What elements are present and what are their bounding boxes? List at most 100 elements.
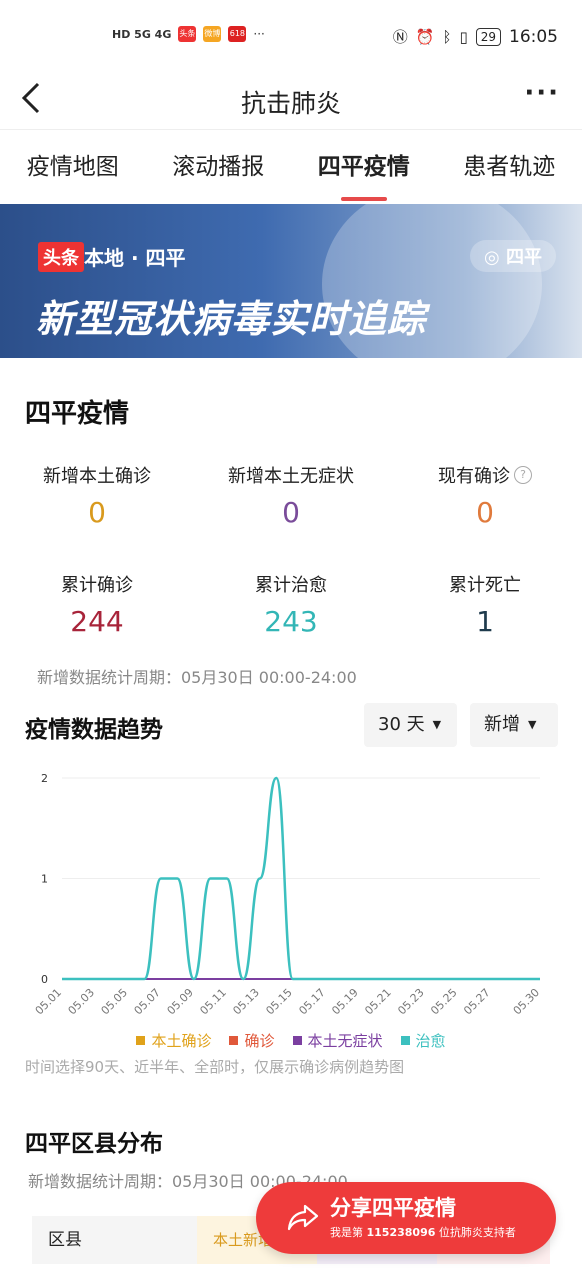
x-tick-label: 05.30 — [511, 986, 542, 1017]
tab-rolling-news[interactable]: 滚动播报 — [146, 131, 292, 203]
x-tick-label: 05.01 — [33, 986, 64, 1017]
legend-swatch — [229, 1036, 239, 1045]
legend-item[interactable]: 本土确诊 — [136, 1030, 211, 1051]
stat-label: 现有确诊 — [438, 466, 510, 487]
banner-headline: 新型冠状病毒实时追踪 — [36, 297, 427, 341]
overview-title: 四平疫情 — [25, 399, 130, 429]
legend-label: 本土确诊 — [151, 1032, 212, 1050]
share-button[interactable]: 分享四平疫情 我是第 115238096 位抗肺炎支持者 — [256, 1182, 556, 1254]
stat-value: 1 — [476, 605, 494, 638]
title-bar: 抗击肺炎 ··· — [0, 72, 582, 130]
alarm-icon: ⏰ — [415, 27, 435, 46]
vibrate-icon: ▯ — [459, 27, 468, 46]
stat-total-confirmed: 累计确诊 244 — [0, 571, 194, 638]
tab-patient-tracks[interactable]: 患者轨迹 — [437, 131, 582, 203]
range-select-value: 30 天 — [378, 714, 425, 735]
location-button[interactable]: ◎ 四平 — [470, 240, 556, 272]
trend-title: 疫情数据趋势 — [25, 717, 163, 743]
stat-label: 新增本土确诊 — [43, 466, 151, 487]
share-arrow-icon — [287, 1204, 319, 1231]
x-tick-label: 05.25 — [428, 986, 459, 1017]
bluetooth-icon: ᛒ — [442, 27, 452, 46]
stat-value: 0 — [282, 496, 300, 529]
range-select[interactable]: 30 天 ▼ — [364, 703, 457, 747]
legend-item[interactable]: 确诊 — [229, 1030, 275, 1051]
x-tick-label: 05.11 — [197, 986, 228, 1017]
tab-epidemic-map[interactable]: 疫情地图 — [0, 131, 146, 203]
x-tick-label: 05.19 — [329, 986, 360, 1017]
sale-notif-icon: 618 — [228, 26, 247, 42]
x-tick-label: 05.07 — [132, 986, 163, 1017]
nfc-icon: Ⓝ — [392, 28, 408, 46]
more-dots-icon: ··· — [524, 78, 560, 108]
type-select[interactable]: 新增 ▼ — [470, 703, 558, 747]
tab-bar: 疫情地图 滚动播报 四平疫情 患者轨迹 — [0, 131, 582, 203]
supporter-number: 115238096 — [366, 1226, 436, 1239]
status-bar: HD 5G 4G 头条 微博 618 ··· Ⓝ ⏰ ᛒ ▯ 29 16:05 — [0, 0, 582, 72]
stat-label: 累计治愈 — [255, 575, 327, 596]
stats-row-new: 新增本土确诊 0 新增本土无症状 0 现有确诊 ? 0 — [0, 462, 582, 529]
legend-swatch — [136, 1036, 146, 1045]
stat-value: 0 — [476, 496, 494, 529]
y-tick-label: 1 — [41, 873, 48, 886]
stat-new-local-asymptomatic: 新增本土无症状 0 — [194, 462, 388, 529]
x-tick-label: 05.21 — [362, 986, 393, 1017]
legend-item[interactable]: 治愈 — [400, 1030, 446, 1051]
share-prefix: 我是第 — [330, 1226, 363, 1239]
status-right: Ⓝ ⏰ ᛒ ▯ 29 16:05 — [393, 26, 558, 47]
share-suffix: 位抗肺炎支持者 — [438, 1226, 516, 1239]
stat-new-local-confirmed: 新增本土确诊 0 — [0, 462, 194, 529]
caret-down-icon: ▼ — [432, 718, 442, 731]
caret-down-icon: ▼ — [528, 718, 537, 731]
stat-label: 累计确诊 — [61, 575, 133, 596]
stat-label: 新增本土无症状 — [228, 466, 354, 487]
stat-value: 244 — [70, 605, 124, 638]
stat-value: 243 — [264, 605, 318, 638]
tab-siping-epidemic[interactable]: 四平疫情 — [291, 131, 437, 203]
more-notif-icon: ··· — [253, 27, 265, 41]
location-pin-icon: ◎ — [484, 247, 500, 268]
legend-label: 治愈 — [415, 1032, 446, 1050]
stat-current-confirmed: 现有确诊 ? 0 — [388, 462, 582, 529]
weibo-notif-icon: 微博 — [203, 26, 222, 42]
signal-indicator: HD 5G 4G — [112, 27, 172, 41]
more-button[interactable]: ··· — [524, 78, 560, 108]
x-tick-label: 05.05 — [99, 986, 130, 1017]
banner-local-label: 本地 · 四平 — [84, 246, 186, 270]
share-title: 分享四平疫情 — [330, 1196, 456, 1220]
toutiao-notif-icon: 头条 — [178, 26, 197, 42]
y-tick-label: 2 — [41, 772, 48, 785]
trend-chart: 01205.01 05.03 05.05 05.07 05.09 05.11 05.13 05… — [33, 772, 542, 1017]
x-tick-label: 05.17 — [296, 986, 327, 1017]
x-tick-label: 05.27 — [461, 986, 492, 1017]
period-note: 新增数据统计周期：05月30日 00:00-24:00 — [37, 668, 357, 687]
x-tick-label: 05.23 — [395, 986, 426, 1017]
page-title: 抗击肺炎 — [240, 89, 341, 118]
stat-value: 0 — [88, 496, 106, 529]
help-icon[interactable]: ? — [514, 466, 532, 484]
type-select-value: 新增 — [484, 714, 520, 735]
x-tick-label: 05.13 — [230, 986, 261, 1017]
share-subtitle: 我是第 115238096 位抗肺炎支持者 — [330, 1224, 516, 1240]
stats-row-total: 累计确诊 244 累计治愈 243 累计死亡 1 — [0, 571, 582, 638]
legend-swatch — [292, 1036, 302, 1045]
banner: 头条 本地 · 四平 ◎ 四平 新型冠状病毒实时追踪 — [0, 204, 582, 358]
stat-total-deaths: 累计死亡 1 — [388, 571, 582, 638]
legend-swatch — [400, 1036, 410, 1045]
x-tick-label: 05.03 — [66, 986, 97, 1017]
chart-footnote: 时间选择90天、近半年、全部时，仅展示确诊病例趋势图 — [25, 1058, 405, 1076]
y-tick-label: 0 — [41, 973, 48, 986]
x-tick-label: 05.15 — [263, 986, 294, 1017]
col-county: 区县 — [32, 1216, 197, 1264]
stat-label: 累计死亡 — [449, 575, 521, 596]
x-tick-label: 05.09 — [165, 986, 196, 1017]
toutiao-logo: 头条 — [38, 242, 84, 272]
legend-item[interactable]: 本土无症状 — [292, 1030, 383, 1051]
district-title: 四平区县分布 — [25, 1131, 163, 1157]
legend-label: 确诊 — [244, 1032, 275, 1050]
location-label: 四平 — [506, 247, 542, 268]
stat-total-recovered: 累计治愈 243 — [194, 571, 388, 638]
clock: 16:05 — [509, 26, 558, 47]
battery-icon: 29 — [475, 27, 501, 46]
legend-label: 本土无症状 — [307, 1032, 383, 1050]
